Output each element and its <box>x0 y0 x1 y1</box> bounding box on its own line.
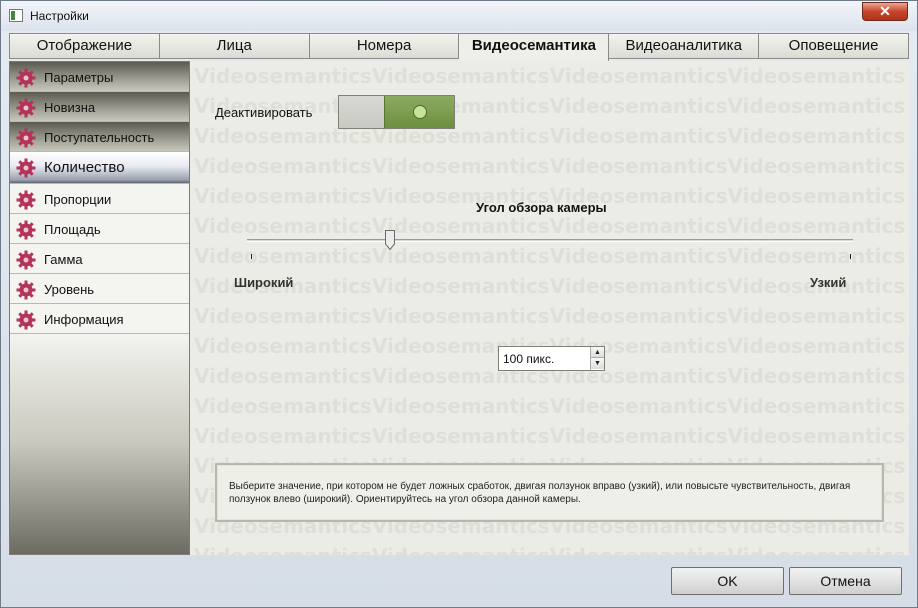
sidebar-item-label: Гамма <box>44 252 83 267</box>
gear-icon <box>16 250 36 270</box>
watermark-row: VideosemanticsVideosemanticsVideosemanti… <box>194 541 909 555</box>
watermark-row: VideosemanticsVideosemanticsVideosemanti… <box>194 424 906 448</box>
close-button[interactable]: ✕ <box>862 2 908 21</box>
gear-icon <box>16 128 36 148</box>
gear-icon <box>16 98 36 118</box>
gear-icon <box>16 280 36 300</box>
tab-display[interactable]: Отображение <box>9 33 160 59</box>
title-bar: Настройки ✕ <box>1 1 917 31</box>
tab-plates[interactable]: Номера <box>309 33 460 59</box>
pixels-spinner[interactable]: 100 пикс. ▲ ▼ <box>498 346 605 371</box>
gear-icon <box>16 68 36 88</box>
spinner-buttons: ▲ ▼ <box>590 347 604 370</box>
sidebar-item-information[interactable]: Информация <box>10 304 189 334</box>
sidebar-item-label: Информация <box>44 312 124 327</box>
slider-min-label: Широкий <box>234 275 294 290</box>
sidebar-item-label: Параметры <box>44 70 114 85</box>
content-panel: VideosemanticsVideosemanticsVideosemanti… <box>190 61 909 555</box>
slider-tick-max <box>850 254 851 259</box>
sidebar-item-progressiveness[interactable]: Поступательность <box>10 122 189 152</box>
ok-button[interactable]: OK <box>671 567 784 595</box>
app-icon <box>9 9 23 22</box>
spinner-value: 100 пикс. <box>503 352 555 366</box>
cancel-button[interactable]: Отмена <box>789 567 902 595</box>
gear-icon <box>16 220 36 240</box>
watermark-row: VideosemanticsVideosemanticsVideosemanti… <box>194 124 906 148</box>
tab-videoanalytics[interactable]: Видеоаналитика <box>609 33 760 59</box>
watermark-row: VideosemanticsVideosemanticsVideosemanti… <box>194 244 906 268</box>
sidebar-item-label: Площадь <box>44 222 101 237</box>
sidebar-item-level[interactable]: Уровень <box>10 274 189 304</box>
sidebar-item-label: Количество <box>44 159 125 176</box>
tab-notifications[interactable]: Оповещение <box>759 33 909 59</box>
slider-tick-min <box>251 254 252 259</box>
sidebar-item-label: Пропорции <box>44 192 112 207</box>
watermark-row: VideosemanticsVideosemanticsVideosemanti… <box>194 274 906 298</box>
watermark-row: VideosemanticsVideosemanticsVideosemanti… <box>194 304 906 328</box>
slider-max-label: Узкий <box>810 275 847 290</box>
sidebar-item-label: Новизна <box>44 100 96 115</box>
tab-faces[interactable]: Лица <box>159 33 310 59</box>
gear-icon <box>16 190 36 210</box>
deactivate-toggle[interactable] <box>338 95 455 129</box>
sidebar-item-gamma[interactable]: Гамма <box>10 244 189 274</box>
tab-bar: Отображение Лица Номера Видеосемантика В… <box>9 33 909 61</box>
watermark-row: VideosemanticsVideosemanticsVideosemanti… <box>194 154 906 178</box>
spinner-down-button[interactable]: ▼ <box>591 358 604 369</box>
sidebar: Параметры Новизна Поступательность Колич… <box>9 61 190 555</box>
sidebar-item-parameters[interactable]: Параметры <box>10 62 189 92</box>
deactivate-label: Деактивировать <box>215 105 313 120</box>
sidebar-item-area[interactable]: Площадь <box>10 214 189 244</box>
sidebar-item-novelty[interactable]: Новизна <box>10 92 189 122</box>
sidebar-item-label: Уровень <box>44 282 95 297</box>
watermark-row: VideosemanticsVideosemanticsVideosemanti… <box>194 64 906 88</box>
settings-window: Настройки ✕ Отображение Лица Номера Виде… <box>0 0 918 608</box>
watermark-row: VideosemanticsVideosemanticsVideosemanti… <box>194 214 906 238</box>
angle-slider-track[interactable] <box>247 239 853 242</box>
sidebar-item-proportions[interactable]: Пропорции <box>10 184 189 214</box>
watermark-row: VideosemanticsVideosemanticsVideosemanti… <box>194 394 906 418</box>
gear-icon <box>16 158 36 178</box>
slider-title: Угол обзора камеры <box>476 200 607 215</box>
info-text: Выберите значение, при котором не будет … <box>229 481 851 505</box>
angle-slider-thumb[interactable] <box>385 230 395 250</box>
sidebar-item-label: Поступательность <box>44 130 155 145</box>
gear-icon <box>16 310 36 330</box>
toggle-knob <box>384 96 454 128</box>
tab-videosemantics[interactable]: Видеосемантика <box>459 33 610 61</box>
info-box: Выберите значение, при котором не будет … <box>215 463 884 522</box>
sidebar-item-quantity[interactable]: Количество <box>10 152 189 184</box>
window-title: Настройки <box>30 9 89 23</box>
spinner-up-button[interactable]: ▲ <box>591 347 604 358</box>
